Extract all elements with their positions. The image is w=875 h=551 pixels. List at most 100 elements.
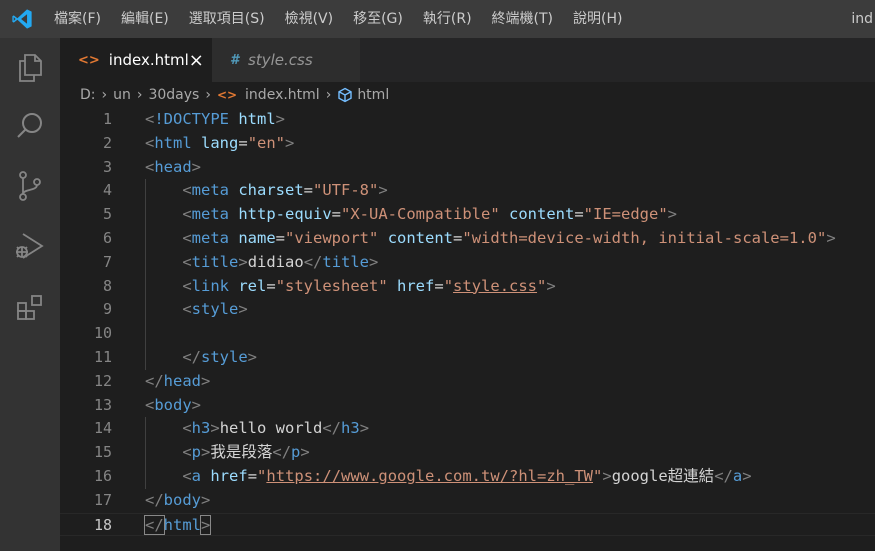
menu-item[interactable]: 檔案(F) [44,0,111,38]
code-token: </ [182,348,201,366]
menu-item[interactable]: 檢視(V) [275,0,344,38]
editor-tab-bar: <> index.html × # style.css [60,38,875,82]
line-number: 12 [93,371,112,390]
tab-index-html[interactable]: <> index.html × [60,38,212,82]
code-token: > [275,110,286,128]
breadcrumb-item-folder[interactable]: 30days [148,87,199,103]
line-number: 15 [93,443,112,462]
code-token: < [182,419,192,438]
code-token: "IE=edge" [583,205,668,224]
line-number: 5 [102,205,112,224]
extensions-icon[interactable] [10,288,50,328]
menu-item[interactable]: 編輯(E) [111,0,179,38]
code-token: style [191,300,239,319]
code-token: < [182,181,192,200]
menu-item[interactable]: 說明(H) [563,0,632,38]
code-token: p [291,443,301,462]
code-token: didiao [247,252,304,271]
activity-bar [0,38,60,551]
code-line[interactable]: 9 <style> [60,298,875,322]
code-token: > [378,181,388,200]
close-icon[interactable]: × [189,50,204,71]
code-token: > [359,419,370,438]
title-bar: 檔案(F) 編輯(E) 選取項目(S) 檢視(V) 移至(G) 執行(R) 終端機(T) 說明… [0,0,875,38]
code-token: < [182,229,192,247]
line-number: 1 [102,110,112,128]
code-token: = [331,205,342,224]
code-line[interactable]: 8 <link rel="stylesheet" href="style.css… [60,275,875,299]
explorer-icon[interactable] [10,48,50,88]
code-line[interactable]: 12 </head> [60,370,875,394]
breadcrumb-item-drive[interactable]: D: [80,87,96,103]
search-icon[interactable] [10,106,50,146]
run-debug-icon[interactable] [10,226,50,266]
menu-item[interactable]: 選取項目(S) [179,0,275,38]
breadcrumb-item-file[interactable]: index.html [245,87,320,103]
code-editor[interactable]: 1 <!DOCTYPE html> 2 <html lang="en"> 3 <head>… [60,108,875,551]
code-token: html [154,133,192,152]
code-token: < [145,133,155,152]
code-line[interactable]: 14 <h3>hello world</h3> [60,417,875,441]
code-line[interactable]: 10 [60,322,875,346]
code-token: link [191,276,229,295]
breadcrumb-item-folder[interactable]: un [113,87,131,103]
code-token: </ [272,443,292,462]
code-line[interactable]: 16 <a href="https://www.google.com.tw/?h… [60,465,875,489]
code-token: " [593,467,603,485]
code-line[interactable]: 18 </html> [60,512,875,538]
code-text: <title>didiao</title> [145,251,378,275]
code-line[interactable]: 13 <body> [60,394,875,418]
menu-item[interactable]: 移至(G) [343,0,413,38]
code-line[interactable]: 7 <title>didiao</title> [60,251,875,275]
menu-item[interactable]: 終端機(T) [482,0,563,38]
tab-label: style.css [248,51,313,69]
code-line[interactable]: 1 <!DOCTYPE html> [60,108,875,132]
source-control-icon[interactable] [10,166,50,206]
code-text: </html> [144,514,212,538]
code-token: "en" [247,133,286,152]
code-line[interactable]: 2 <html lang="en"> [60,132,875,156]
code-token: < [145,395,155,414]
code-text: <html lang="en"> [145,132,294,156]
code-token: </ [144,514,165,535]
menu-item[interactable]: 執行(R) [413,0,482,38]
code-token: < [182,205,192,224]
code-token: = [247,467,258,485]
code-token: > [201,371,211,390]
code-token: charset [238,181,304,200]
code-line[interactable]: 11 </style> [60,346,875,370]
code-text: <head> [145,156,201,180]
code-token: !DOCTYPE [154,110,229,128]
code-token: " [443,276,454,295]
code-line[interactable]: 17 </body> [60,489,875,513]
code-line[interactable]: 5 <meta http-equiv="X-UA-Compatible" con… [60,203,875,227]
code-line[interactable]: 15 <p>我是段落</p> [60,441,875,465]
tab-style-css[interactable]: # style.css [212,38,360,82]
code-token: html [238,110,276,128]
code-token: "stylesheet" [275,276,388,295]
code-token: a [191,467,202,485]
line-number: 18 [93,515,112,534]
code-token: > [285,133,295,152]
code-line[interactable]: 6 <meta name="viewport" content="width=d… [60,227,875,251]
vscode-logo-icon[interactable] [0,0,44,38]
code-token: " [257,467,267,485]
code-line[interactable]: 4 <meta charset="UTF-8"> [60,179,875,203]
code-token: hello world [219,419,323,438]
code-text: <style> [145,298,247,322]
breadcrumb-item-symbol[interactable]: html [357,87,389,103]
code-line[interactable]: 3 <head> [60,156,875,180]
code-text: </body> [145,489,210,513]
code-token: < [145,110,155,128]
code-token: < [182,443,192,462]
html-file-icon: <> [216,88,238,102]
